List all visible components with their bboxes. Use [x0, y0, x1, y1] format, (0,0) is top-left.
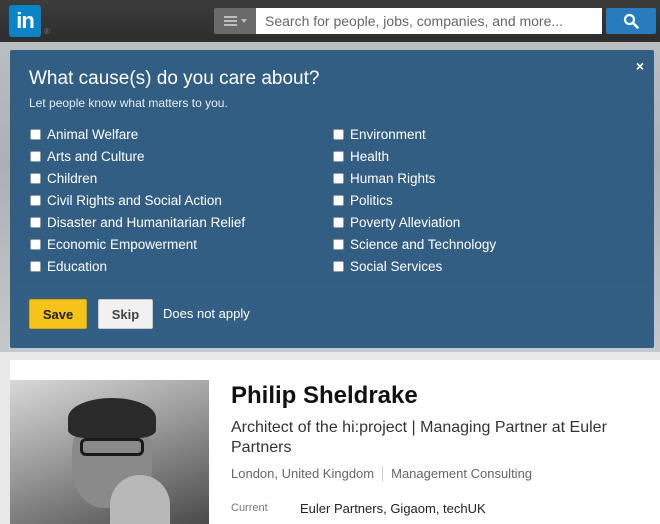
cause-label: Human Rights: [350, 170, 436, 186]
cause-label: Health: [350, 148, 390, 164]
checkbox[interactable]: [30, 238, 41, 250]
cause-label: Children: [47, 170, 98, 186]
cause-option[interactable]: Civil Rights and Social Action: [30, 189, 245, 211]
profile-location[interactable]: London, United Kingdom: [231, 466, 374, 481]
cause-label: Education: [47, 258, 108, 274]
checkbox[interactable]: [30, 194, 41, 206]
cause-label: Animal Welfare: [47, 126, 139, 142]
checkbox[interactable]: [333, 172, 344, 184]
cause-option[interactable]: Social Services: [333, 255, 496, 277]
checkbox[interactable]: [333, 216, 344, 228]
checkbox[interactable]: [333, 150, 344, 162]
checkbox[interactable]: [30, 150, 41, 162]
cause-option[interactable]: Environment: [333, 123, 496, 145]
checkbox[interactable]: [333, 260, 344, 272]
divider: [382, 466, 384, 481]
profile-card: Philip Sheldrake Architect of the hi:pro…: [10, 360, 660, 524]
checkbox[interactable]: [333, 128, 344, 140]
cause-label: Economic Empowerment: [47, 236, 198, 252]
does-not-apply-link[interactable]: Does not apply: [163, 306, 250, 321]
cause-option[interactable]: Children: [30, 167, 245, 189]
dialog-title: What cause(s) do you care about?: [29, 68, 320, 89]
search-category-dropdown[interactable]: [214, 8, 256, 34]
cause-option[interactable]: Human Rights: [333, 167, 496, 189]
cause-label: Disaster and Humanitarian Relief: [47, 214, 246, 230]
cause-label: Science and Technology: [350, 236, 497, 252]
current-label: Current: [231, 502, 268, 514]
cause-label: Politics: [350, 192, 393, 208]
search-icon: [623, 13, 639, 29]
cause-label: Environment: [350, 126, 426, 142]
registered-mark: ®: [44, 27, 50, 36]
causes-column-left: Animal Welfare Arts and Culture Children…: [30, 123, 245, 277]
top-bar: in ®: [0, 0, 660, 42]
save-button[interactable]: Save: [29, 299, 87, 329]
cause-label: Civil Rights and Social Action: [47, 192, 222, 208]
causes-column-right: Environment Health Human Rights Politics…: [333, 123, 496, 277]
cause-option[interactable]: Science and Technology: [333, 233, 496, 255]
cause-option[interactable]: Health: [333, 145, 496, 167]
search-button[interactable]: [606, 8, 656, 34]
cause-label: Social Services: [350, 258, 443, 274]
cause-option[interactable]: Politics: [333, 189, 496, 211]
cause-option[interactable]: Poverty Alleviation: [333, 211, 496, 233]
cause-option[interactable]: Disaster and Humanitarian Relief: [30, 211, 245, 233]
profile-meta: London, United Kingdom Management Consul…: [231, 466, 532, 481]
profile-industry[interactable]: Management Consulting: [391, 466, 532, 481]
checkbox[interactable]: [333, 238, 344, 250]
causes-dialog: × What cause(s) do you care about? Let p…: [10, 50, 654, 348]
checkbox[interactable]: [30, 128, 41, 140]
cause-option[interactable]: Arts and Culture: [30, 145, 245, 167]
cause-option[interactable]: Economic Empowerment: [30, 233, 245, 255]
caret-down-icon: [240, 19, 247, 23]
list-icon: [223, 16, 237, 26]
cause-label: Arts and Culture: [47, 148, 145, 164]
profile-headline: Architect of the hi:project | Managing P…: [231, 419, 607, 456]
close-icon[interactable]: ×: [636, 58, 644, 74]
cause-option[interactable]: Education: [30, 255, 245, 277]
search-input[interactable]: [256, 8, 602, 34]
dialog-subtitle: Let people know what matters to you.: [29, 96, 228, 110]
checkbox[interactable]: [30, 216, 41, 228]
checkbox[interactable]: [30, 260, 41, 272]
linkedin-logo[interactable]: in: [9, 5, 41, 37]
skip-button[interactable]: Skip: [98, 299, 153, 329]
checkbox[interactable]: [30, 172, 41, 184]
profile-photo: [10, 380, 209, 524]
checkbox[interactable]: [333, 194, 344, 206]
cause-option[interactable]: Animal Welfare: [30, 123, 245, 145]
profile-name: Philip Sheldrake: [231, 382, 418, 409]
current-companies[interactable]: Euler Partners, Gigaom, techUK: [300, 501, 486, 516]
cause-label: Poverty Alleviation: [350, 214, 461, 230]
